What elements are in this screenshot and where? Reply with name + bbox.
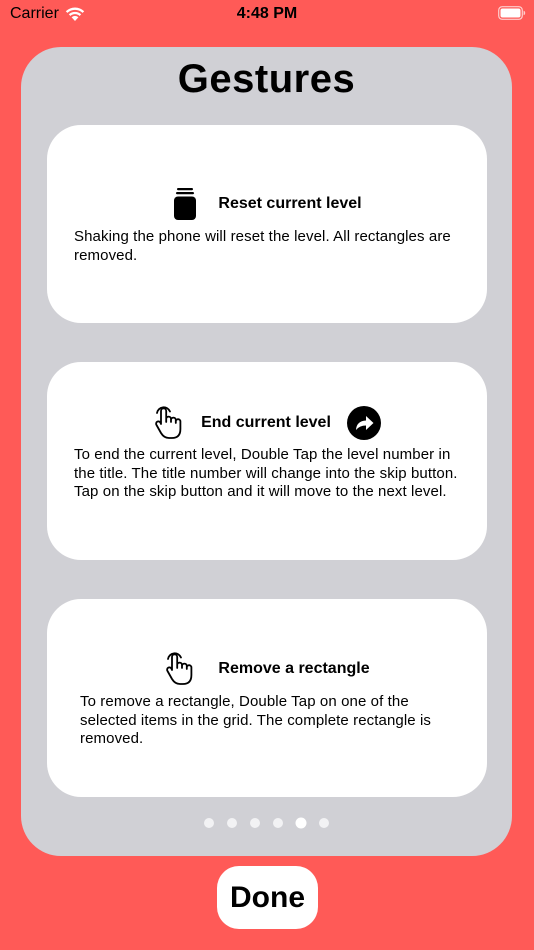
battery-icon (498, 6, 526, 20)
card-title: End current level (201, 414, 331, 431)
gestures-panel: Gestures Reset current level Shaking the… (21, 47, 512, 856)
card-title: Remove a rectangle (218, 660, 370, 677)
gesture-card-reset-level: Reset current level Shaking the phone wi… (47, 125, 487, 323)
page-dot[interactable] (273, 818, 283, 828)
card-description: To remove a rectangle, Double Tap on one… (80, 693, 432, 747)
card-header: Remove a rectangle (47, 652, 487, 686)
page-indicator[interactable] (21, 818, 512, 828)
card-description: To end the current level, Double Tap the… (74, 446, 458, 500)
page-dot[interactable] (227, 818, 237, 828)
card-description: Shaking the phone will reset the level. … (74, 228, 451, 264)
gesture-card-end-level: End current level To end the current lev… (47, 362, 487, 560)
hand-tap-icon (166, 652, 193, 685)
hand-tap-icon (155, 406, 182, 439)
phone-shake-icon (174, 188, 197, 220)
page-dot[interactable] (296, 818, 306, 828)
status-bar: Carrier 4:48 PM (0, 0, 534, 30)
card-title: Reset current level (218, 195, 362, 212)
gesture-card-remove-rectangle: Remove a rectangle To remove a rectangle… (47, 599, 487, 797)
card-header: End current level (47, 406, 487, 440)
status-time: 4:48 PM (236, 5, 298, 22)
page-dot[interactable] (319, 818, 329, 828)
page-dot[interactable] (204, 818, 214, 828)
done-button[interactable]: Done (217, 866, 318, 929)
skip-forward-icon (346, 406, 381, 440)
card-header: Reset current level (47, 187, 487, 221)
page-dot[interactable] (250, 818, 260, 828)
panel-title: Gestures (177, 57, 356, 101)
